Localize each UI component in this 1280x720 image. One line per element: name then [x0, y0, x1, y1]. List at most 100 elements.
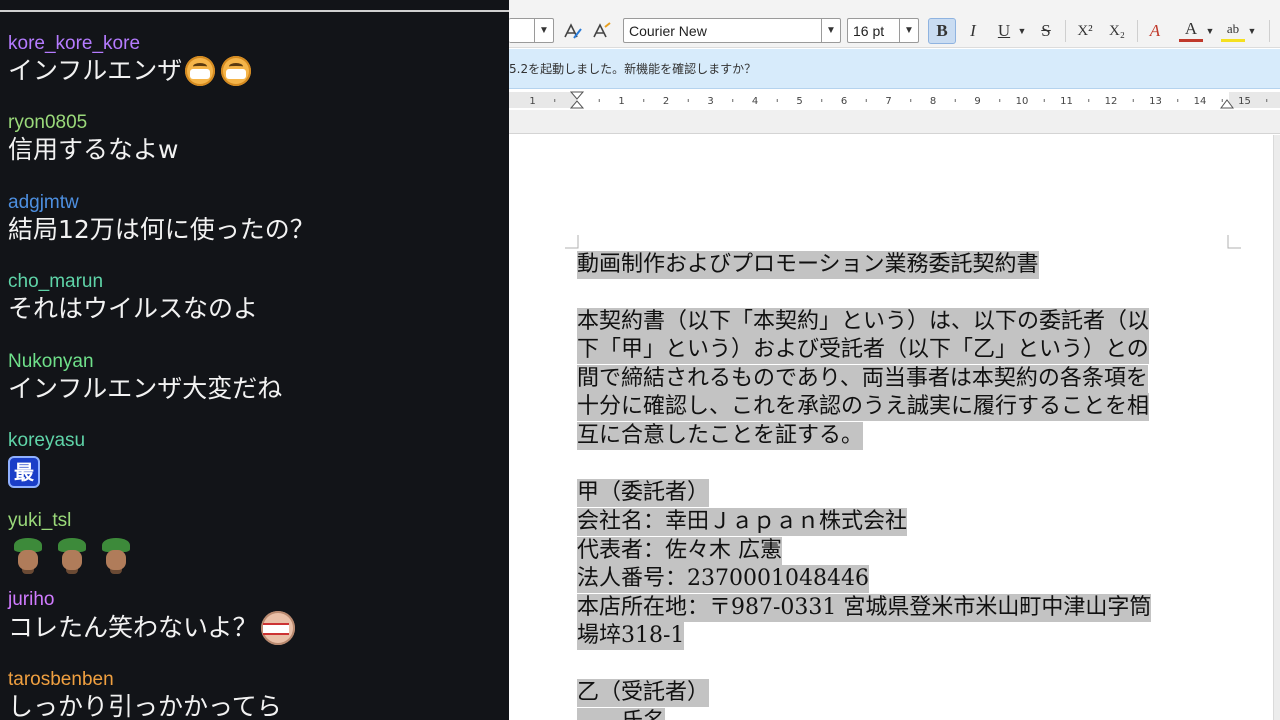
ruler-number: 7 — [885, 96, 891, 107]
chat-message: tarosbenben しっかり引っかかってら — [8, 669, 503, 720]
chat-message: koreyasu 最 — [8, 430, 503, 488]
chat-text: インフルエンザ大変だね — [8, 374, 283, 403]
italic-button[interactable]: I — [961, 18, 985, 44]
document-line[interactable]: 法人番号：2370001048446 — [577, 565, 869, 593]
chat-username[interactable]: kore_kore_kore — [8, 33, 503, 55]
writer-window: ▼ Courier New ▼ 16 pt ▼ B I U ▼ S X² X₂ … — [509, 0, 1280, 720]
chat-username[interactable]: koreyasu — [8, 430, 503, 452]
ruler-number: 4 — [752, 96, 758, 107]
ruler-number: 1 — [529, 96, 535, 107]
chat-text: しっかり引っかかってら — [8, 692, 282, 720]
highlight-color-button[interactable]: ab — [1221, 18, 1245, 42]
chat-username[interactable]: yuki_tsl — [8, 510, 503, 532]
page-corner-mark — [565, 235, 579, 249]
chat-message: ryon0805 信用するなよw — [8, 112, 503, 166]
infobar: 5.2を起動しました。新機能を確認しますか？ — [509, 49, 1280, 89]
sai-emote-icon: 最 — [8, 456, 40, 488]
chevron-down-icon[interactable]: ▼ — [1015, 18, 1029, 44]
font-name-box[interactable]: Courier New ▼ — [623, 18, 841, 43]
underline-button[interactable]: U — [993, 18, 1015, 44]
chat-message: kore_kore_kore インフルエンザ — [8, 33, 503, 87]
document-line[interactable]: 乙（受託者） — [577, 679, 710, 707]
document-line[interactable]: 場埣318-1 — [577, 622, 685, 650]
document-line[interactable]: 十分に確認し、これを承認のうえ誠実に履行することを相 — [577, 393, 1150, 421]
font-size-value: 16 pt — [853, 22, 885, 39]
chat-text: コレたん笑わないよ？ — [8, 613, 258, 642]
bold-button[interactable]: B — [928, 18, 956, 44]
toolbar-separator — [1137, 20, 1138, 42]
document-line[interactable]: 下「甲」という）および受託者（以下「乙」という）との — [577, 336, 1149, 364]
document-line[interactable]: 氏名 — [577, 708, 666, 720]
ruler-number: 6 — [841, 96, 847, 107]
ruler-number: 14 — [1194, 96, 1207, 107]
chat-username[interactable]: tarosbenben — [8, 669, 503, 691]
chat-username[interactable]: Nukonyan — [8, 351, 503, 373]
chevron-down-icon[interactable]: ▼ — [534, 19, 553, 42]
ruler-ticks: 1 1 2 3 4 5 6 7 8 9 10 11 12 13 14 15 — [509, 91, 1280, 109]
document-page[interactable]: 動画制作およびプロモーション業務委託契約書 本契約書（以下「本契約」という）は、… — [509, 135, 1273, 720]
ruler-number: 8 — [930, 96, 936, 107]
ruler-number: 3 — [707, 96, 713, 107]
document-line[interactable]: 会社名：幸田Ｊａｐａｎ株式会社 — [577, 508, 908, 536]
chevron-down-icon[interactable]: ▼ — [821, 19, 840, 42]
mask-face-icon — [185, 56, 216, 86]
chevron-down-icon[interactable]: ▼ — [899, 19, 918, 42]
ruler-number: 2 — [663, 96, 669, 107]
chat-username[interactable]: adgjmtw — [8, 192, 503, 214]
document-line[interactable]: 間で締結されるものであり、両当事者は本契約の各条項を — [577, 365, 1148, 393]
chat-panel: kore_kore_kore インフルエンザ ryon0805 信用するなよw … — [0, 0, 509, 720]
chat-username[interactable]: ryon0805 — [8, 112, 503, 134]
ruler-number: 11 — [1060, 96, 1073, 107]
infobar-message[interactable]: 5.2を起動しました。新機能を確認しますか？ — [509, 60, 756, 77]
ruler-number: 1 — [618, 96, 624, 107]
ruler-number: 15 — [1238, 96, 1251, 107]
chevron-down-icon[interactable]: ▼ — [1245, 18, 1259, 44]
chat-message: adgjmtw 結局12万は何に使ったの？ — [8, 192, 503, 246]
new-style-icon[interactable] — [589, 18, 615, 44]
document-line[interactable]: 本契約書（以下「本契約」という）は、以下の委託者（以 — [577, 308, 1150, 336]
toolbar-separator — [1269, 20, 1270, 42]
chat-message: juriho コレたん笑わないよ？ — [8, 589, 503, 645]
chat-username[interactable]: juriho — [8, 589, 503, 611]
horizontal-ruler[interactable]: 1 1 2 3 4 5 6 7 8 9 10 11 12 13 14 15 — [509, 90, 1280, 110]
bandaged-face-icon — [260, 611, 295, 645]
toolbar-separator — [1065, 20, 1066, 42]
ruler-number: 5 — [796, 96, 802, 107]
font-size-box[interactable]: 16 pt ▼ — [847, 18, 919, 43]
ruler-number: 12 — [1105, 96, 1118, 107]
strikethrough-button[interactable]: S — [1034, 18, 1058, 44]
formatting-toolbar: ▼ Courier New ▼ 16 pt ▼ B I U ▼ S X² X₂ … — [509, 6, 1280, 48]
ruler-number: 9 — [974, 96, 980, 107]
clear-formatting-button[interactable]: A — [1143, 18, 1167, 44]
subscript-button[interactable]: X₂ — [1104, 18, 1130, 44]
chat-text: 信用するなよw — [8, 135, 179, 164]
vertical-scrollbar[interactable] — [1273, 135, 1280, 720]
chat-username[interactable]: cho_marun — [8, 271, 503, 293]
ruler-number: 10 — [1016, 96, 1029, 107]
chat-text: それはウイルスなのよ — [8, 294, 259, 323]
chevron-down-icon[interactable]: ▼ — [1203, 18, 1217, 44]
ruler-bottom-gap — [509, 110, 1280, 134]
page-corner-mark — [1227, 235, 1241, 249]
chat-text: 結局12万は何に使ったの？ — [8, 215, 315, 244]
mask-face-icon — [221, 56, 252, 86]
gnome-icon — [52, 536, 92, 572]
superscript-button[interactable]: X² — [1072, 18, 1098, 44]
ruler-number: 13 — [1149, 96, 1162, 107]
font-name-value: Courier New — [629, 22, 707, 39]
update-style-icon[interactable] — [560, 18, 586, 44]
chat-message: cho_marun それはウイルスなのよ — [8, 271, 503, 325]
font-color-button[interactable]: A — [1179, 18, 1203, 42]
gnome-icon — [8, 536, 48, 572]
gnome-icon — [96, 536, 136, 572]
document-line[interactable]: 甲（委託者） — [577, 479, 710, 507]
paragraph-style-box[interactable]: ▼ — [509, 18, 554, 43]
document-title[interactable]: 動画制作およびプロモーション業務委託契約書 — [577, 251, 1039, 279]
document-line[interactable]: 代表者：佐々木 広憲 — [577, 537, 782, 565]
chat-message: yuki_tsl — [8, 510, 503, 572]
chat-top-divider — [0, 10, 509, 12]
document-line[interactable]: 本店所在地：〒987-0331 宮城県登米市米山町中津山字筒 — [577, 594, 1152, 622]
document-line[interactable]: 互に合意したことを証する。 — [577, 422, 864, 450]
chat-text: インフルエンザ — [8, 56, 183, 85]
chat-message: Nukonyan インフルエンザ大変だね — [8, 351, 503, 405]
